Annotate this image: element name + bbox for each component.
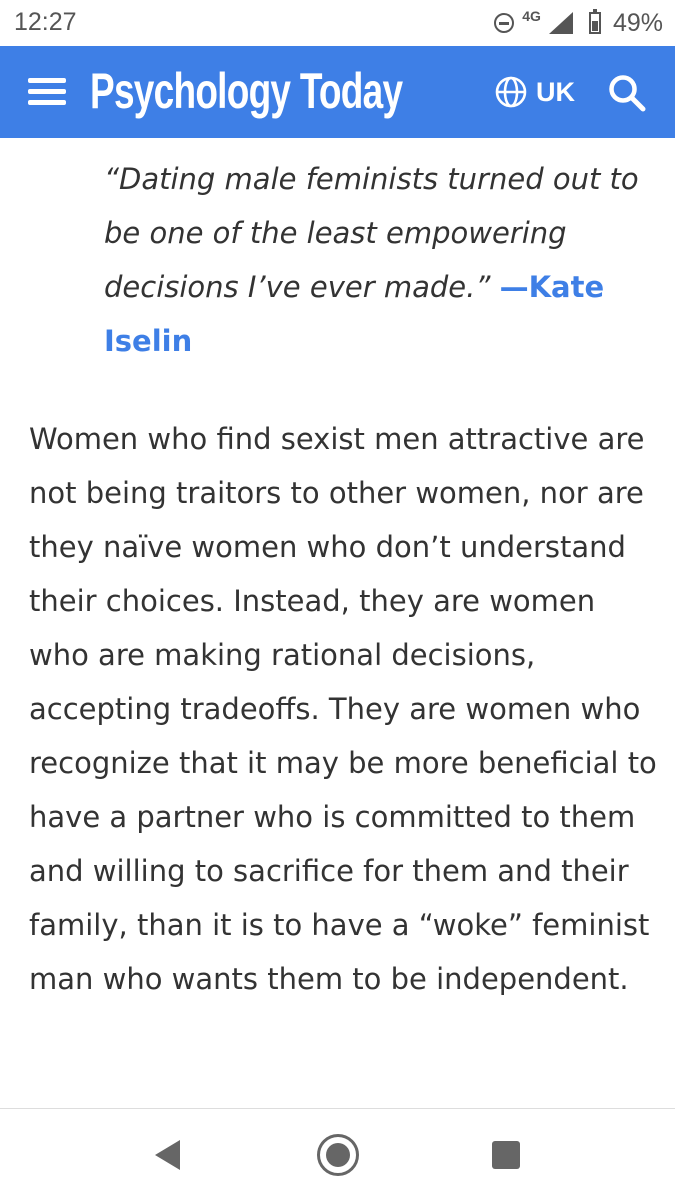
network-type: 4G [522, 8, 541, 24]
globe-icon [495, 76, 527, 108]
do-not-disturb-icon [494, 13, 515, 33]
status-bar: 12:27 4G 49% [0, 0, 675, 46]
article-paragraph: Women who find sexist men attractive are… [29, 422, 657, 996]
region-label: UK [536, 76, 575, 107]
search-icon[interactable] [607, 73, 647, 113]
brand-logo[interactable]: Psychology Today [90, 62, 403, 120]
menu-icon[interactable] [28, 78, 66, 106]
back-icon[interactable] [155, 1140, 180, 1170]
signal-icon [548, 12, 573, 34]
battery-percent: 49% [612, 8, 663, 37]
app-header: Psychology Today UK [0, 46, 675, 138]
pull-quote: “Dating male feminists turned out to be … [104, 152, 649, 368]
status-time: 12:27 [14, 8, 77, 36]
recent-apps-icon[interactable] [492, 1141, 520, 1169]
home-icon[interactable] [316, 1133, 360, 1177]
battery-icon [588, 9, 601, 34]
region-selector[interactable]: UK [494, 74, 575, 110]
status-icons: 4G 49% [494, 8, 663, 38]
